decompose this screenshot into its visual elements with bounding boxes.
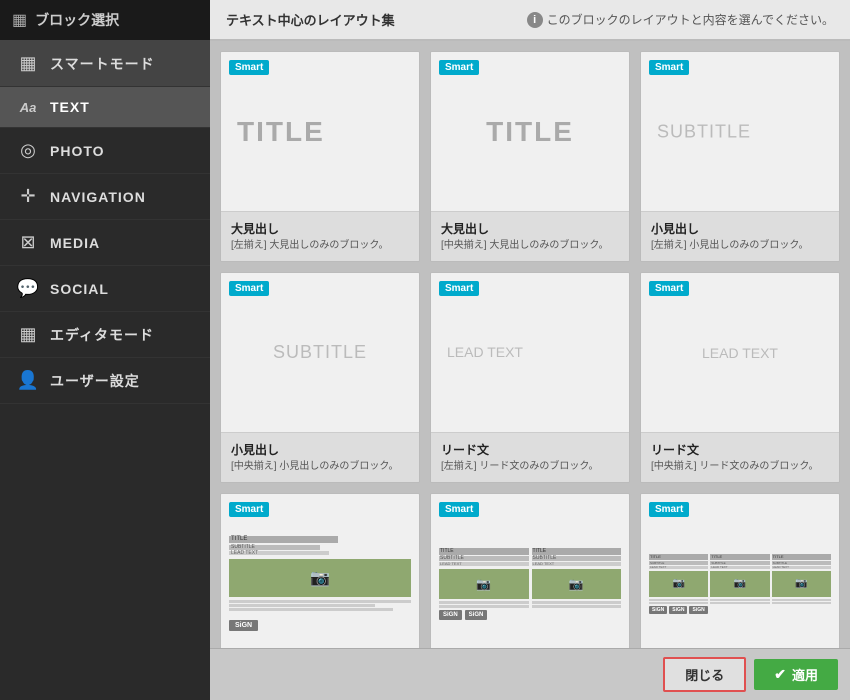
grid-area[interactable]: Smart TITLE 大見出し [左揃え] 大見出しのみのブロック。 Smar… (210, 41, 850, 648)
preview-subtitle-4: SUBTITLE (273, 342, 367, 363)
card-title-left[interactable]: Smart TITLE 大見出し [左揃え] 大見出しのみのブロック。 (220, 51, 420, 262)
preview-lead-6: LEAD TEXT (702, 345, 778, 361)
card-6-title: リード文 (651, 441, 829, 458)
card-4-title: 小見出し (231, 441, 409, 458)
card-lead-left[interactable]: Smart LEAD TEXT リード文 [左揃え] リード文のみのブロック。 (430, 272, 630, 483)
apply-button[interactable]: ✔ 適用 (754, 659, 838, 690)
preview-title-1: TITLE (237, 116, 325, 147)
card-6-info: リード文 [中央揃え] リード文のみのブロック。 (641, 433, 839, 482)
smart-badge-8: Smart (439, 502, 479, 517)
sidebar-header-title: ブロック選択 (35, 10, 119, 30)
text-icon: Aa (16, 100, 40, 115)
editor-mode-icon: ▦ (16, 324, 40, 345)
info-icon: i (527, 12, 543, 28)
app-container: ▦ ブロック選択 ▦ スマートモード Aa TEXT ◎ PHOTO ✛ NAV… (0, 0, 850, 700)
sidebar-item-editor-mode-label: エディタモード (50, 325, 154, 345)
card-3-preview: Smart SUBTITLE (641, 52, 839, 212)
sidebar-header-icon: ▦ (12, 10, 27, 30)
card-article-3col[interactable]: Smart TITLE TITLE TITLE SUBTITLE SUBTITL… (640, 493, 840, 648)
card-1-info: 大見出し [左揃え] 大見出しのみのブロック。 (221, 212, 419, 261)
card-article-1col[interactable]: Smart TITLE SUBTITLE LEAD TEXT 📷 SiGN (220, 493, 420, 648)
preview-subtitle-3: SUBTITLE (657, 121, 751, 141)
sidebar-item-media-label: MEDIA (50, 235, 100, 251)
photo-icon: ◎ (16, 140, 40, 161)
sidebar-item-navigation[interactable]: ✛ NAVIGATION (0, 174, 210, 220)
close-button[interactable]: 閉じる (663, 657, 746, 692)
main-header-info: i このブロックのレイアウトと内容を選んでください。 (527, 11, 834, 28)
card-4-desc: [中央揃え] 小見出しのみのブロック。 (231, 460, 409, 474)
preview-title-2: TITLE (486, 116, 574, 148)
sidebar-item-photo[interactable]: ◎ PHOTO (0, 128, 210, 174)
card-2-info: 大見出し [中央揃え] 大見出しのみのブロック。 (431, 212, 629, 261)
smart-badge-2: Smart (439, 60, 479, 75)
smart-badge-3: Smart (649, 60, 689, 75)
card-2-preview: Smart TITLE (431, 52, 629, 212)
main-header-title: テキスト中心のレイアウト集 (226, 10, 395, 29)
footer: 閉じる ✔ 適用 (210, 648, 850, 700)
main-area: テキスト中心のレイアウト集 i このブロックのレイアウトと内容を選んでください。… (210, 0, 850, 700)
card-6-desc: [中央揃え] リード文のみのブロック。 (651, 460, 829, 474)
sidebar-item-smart-mode[interactable]: ▦ スマートモード (0, 41, 210, 87)
card-5-title: リード文 (441, 441, 619, 458)
sidebar-item-media[interactable]: ⊠ MEDIA (0, 220, 210, 266)
sidebar-item-text-label: TEXT (50, 99, 90, 115)
sidebar-item-editor-mode[interactable]: ▦ エディタモード (0, 312, 210, 358)
sidebar-item-photo-label: PHOTO (50, 143, 105, 159)
apply-label: 適用 (792, 665, 818, 684)
smart-badge-6: Smart (649, 281, 689, 296)
sidebar-item-social[interactable]: 💬 SOCIAL (0, 266, 210, 312)
card-5-preview: Smart LEAD TEXT (431, 273, 629, 433)
card-4-info: 小見出し [中央揃え] 小見出しのみのブロック。 (221, 433, 419, 482)
smart-badge-5: Smart (439, 281, 479, 296)
sidebar-item-text[interactable]: Aa TEXT (0, 87, 210, 128)
card-3-info: 小見出し [左揃え] 小見出しのみのブロック。 (641, 212, 839, 261)
sidebar-header: ▦ ブロック選択 (0, 0, 210, 41)
smart-badge-1: Smart (229, 60, 269, 75)
smart-badge-9: Smart (649, 502, 689, 517)
check-icon: ✔ (774, 666, 786, 683)
media-icon: ⊠ (16, 232, 40, 253)
user-settings-icon: 👤 (16, 370, 40, 391)
smart-badge-4: Smart (229, 281, 269, 296)
card-5-info: リード文 [左揃え] リード文のみのブロック。 (431, 433, 629, 482)
card-lead-center[interactable]: Smart LEAD TEXT リード文 [中央揃え] リード文のみのブロック。 (640, 272, 840, 483)
sidebar-item-social-label: SOCIAL (50, 281, 109, 297)
smart-badge-7: Smart (229, 502, 269, 517)
card-subtitle-left[interactable]: Smart SUBTITLE 小見出し [左揃え] 小見出しのみのブロック。 (640, 51, 840, 262)
card-1-preview: Smart TITLE (221, 52, 419, 212)
card-6-preview: Smart LEAD TEXT (641, 273, 839, 433)
card-grid: Smart TITLE 大見出し [左揃え] 大見出しのみのブロック。 Smar… (220, 51, 840, 648)
card-title-center[interactable]: Smart TITLE 大見出し [中央揃え] 大見出しのみのブロック。 (430, 51, 630, 262)
card-3-desc: [左揃え] 小見出しのみのブロック。 (651, 239, 829, 253)
sidebar: ▦ ブロック選択 ▦ スマートモード Aa TEXT ◎ PHOTO ✛ NAV… (0, 0, 210, 700)
card-4-preview: Smart SUBTITLE (221, 273, 419, 433)
card-8-preview: Smart TITLE TITLE SUBTITLE SUBTITLE (431, 494, 629, 648)
card-5-desc: [左揃え] リード文のみのブロック。 (441, 460, 619, 474)
card-3-title: 小見出し (651, 220, 829, 237)
sidebar-item-smart-mode-label: スマートモード (50, 54, 155, 74)
navigation-icon: ✛ (16, 186, 40, 207)
social-icon: 💬 (16, 278, 40, 299)
card-2-desc: [中央揃え] 大見出しのみのブロック。 (441, 239, 619, 253)
smart-mode-icon: ▦ (16, 53, 40, 74)
sidebar-item-user-settings-label: ユーザー設定 (50, 371, 140, 391)
main-header-info-text: このブロックのレイアウトと内容を選んでください。 (547, 11, 834, 28)
main-header: テキスト中心のレイアウト集 i このブロックのレイアウトと内容を選んでください。 (210, 0, 850, 41)
card-1-title: 大見出し (231, 220, 409, 237)
sidebar-item-user-settings[interactable]: 👤 ユーザー設定 (0, 358, 210, 404)
card-9-preview: Smart TITLE TITLE TITLE SUBTITLE SUBTITL… (641, 494, 839, 648)
sidebar-item-navigation-label: NAVIGATION (50, 189, 146, 205)
card-subtitle-center[interactable]: Smart SUBTITLE 小見出し [中央揃え] 小見出しのみのブロック。 (220, 272, 420, 483)
card-1-desc: [左揃え] 大見出しのみのブロック。 (231, 239, 409, 253)
card-7-preview: Smart TITLE SUBTITLE LEAD TEXT 📷 SiGN (221, 494, 419, 648)
card-2-title: 大見出し (441, 220, 619, 237)
preview-lead-5: LEAD TEXT (447, 344, 523, 360)
card-article-2col[interactable]: Smart TITLE TITLE SUBTITLE SUBTITLE (430, 493, 630, 648)
